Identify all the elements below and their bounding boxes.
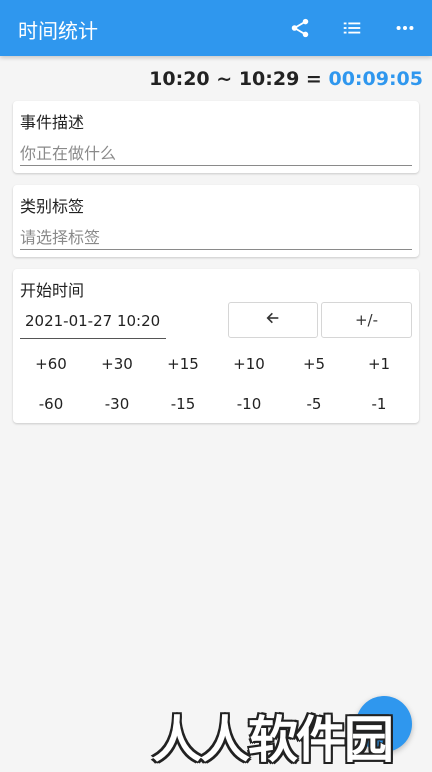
- category-input[interactable]: 请选择标签: [20, 224, 100, 248]
- offset-button[interactable]: -1: [349, 395, 409, 413]
- offset-button[interactable]: -15: [153, 395, 213, 413]
- app-title: 时间统计: [18, 19, 98, 43]
- offset-button[interactable]: -5: [284, 395, 344, 413]
- offset-button[interactable]: +5: [284, 355, 344, 373]
- category-underline: [20, 249, 412, 250]
- watermark: 人人软件园: [152, 711, 394, 769]
- app-bar: 时间统计: [0, 0, 432, 56]
- start-time-label: 开始时间: [20, 281, 85, 300]
- event-underline: [20, 165, 412, 166]
- summary-start: 10:20: [149, 68, 210, 90]
- offset-button[interactable]: -60: [21, 395, 81, 413]
- start-time-field[interactable]: 2021-01-27 10:20: [20, 311, 166, 339]
- offset-button[interactable]: +10: [219, 355, 279, 373]
- more-vert-icon[interactable]: [393, 16, 417, 40]
- offset-button[interactable]: -30: [87, 395, 147, 413]
- start-time-card: 开始时间 2021-01-27 10:20 +/- +60 +30 +15 +1…: [13, 269, 419, 423]
- start-time-value: 2021-01-27 10:20: [25, 312, 161, 330]
- event-input[interactable]: 你正在做什么: [20, 140, 116, 164]
- arrow-left-icon: [265, 310, 281, 330]
- list-icon[interactable]: [340, 16, 364, 40]
- offset-button[interactable]: +15: [153, 355, 213, 373]
- category-card: 类别标签 请选择标签: [13, 185, 419, 257]
- category-label: 类别标签: [20, 197, 85, 216]
- event-label: 事件描述: [20, 113, 85, 132]
- summary-separator: ~: [216, 68, 233, 90]
- summary-end: 10:29: [238, 68, 300, 90]
- summary-equals: =: [305, 68, 322, 90]
- summary-duration: 00:09:05: [328, 68, 423, 90]
- offset-button[interactable]: -10: [219, 395, 279, 413]
- share-icon[interactable]: [288, 16, 312, 40]
- toggle-sign-button[interactable]: +/-: [321, 302, 412, 338]
- time-summary: 10:20 ~ 10:29 = 00:09:05: [149, 68, 423, 90]
- event-card: 事件描述 你正在做什么: [13, 101, 419, 173]
- offset-button[interactable]: +1: [349, 355, 409, 373]
- offset-button[interactable]: +30: [87, 355, 147, 373]
- toggle-sign-label: +/-: [354, 311, 379, 329]
- back-button[interactable]: [228, 302, 318, 338]
- start-time-underline: [20, 338, 166, 339]
- offset-button[interactable]: +60: [21, 355, 81, 373]
